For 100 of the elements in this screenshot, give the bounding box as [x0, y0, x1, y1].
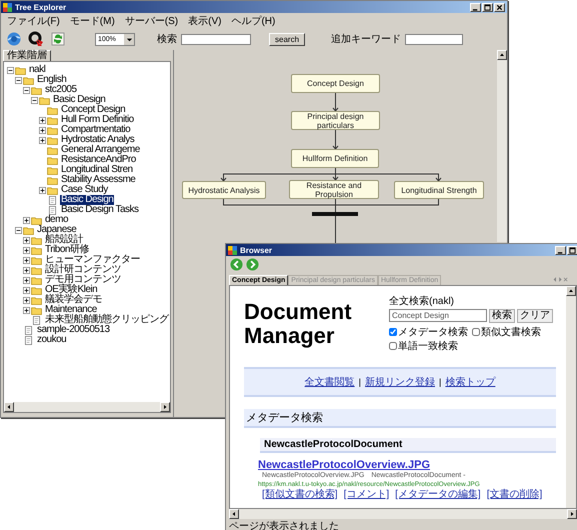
connector-arrow	[332, 92, 338, 112]
tree-item[interactable]: 艤装学会デモ	[44, 295, 103, 305]
tree-item[interactable]: English	[36, 75, 68, 85]
tree-item[interactable]: Basic Design	[52, 95, 106, 105]
tree-item[interactable]: nakl	[28, 65, 46, 75]
action-link[interactable]: [類似文書の検索]	[262, 489, 338, 500]
expand-toggle[interactable]	[39, 186, 46, 194]
tree-item[interactable]: Hydrostatic Analys	[60, 135, 136, 145]
expand-toggle[interactable]	[23, 306, 30, 314]
folder-icon	[31, 306, 42, 314]
window-title: Browser	[240, 246, 272, 254]
tree-item[interactable]: ヒューマンファクター	[44, 255, 141, 265]
expand-toggle[interactable]	[39, 116, 46, 124]
tree-item[interactable]: zoukou	[36, 335, 68, 345]
form-button[interactable]: 検索	[489, 309, 515, 323]
page-icon	[23, 326, 34, 334]
section-heading: メタデータ検索	[244, 409, 556, 428]
page-heading: Document Manager	[244, 298, 353, 350]
tree-item[interactable]: Stability Assessme	[60, 175, 136, 185]
ring-icon[interactable]	[27, 30, 45, 48]
tree-item[interactable]: General Arrangeme	[60, 145, 141, 155]
tree-item[interactable]: 船殻設計	[44, 235, 84, 245]
folder-icon	[47, 176, 58, 184]
nav-link[interactable]: 検索トップ	[445, 375, 496, 389]
folder-icon	[39, 96, 50, 104]
separator-text: |	[439, 377, 442, 387]
result-link[interactable]: NewcastleProtocolOverview.JPG	[258, 459, 556, 471]
nav-link[interactable]: 全文書閲覧	[304, 375, 355, 389]
tree-item[interactable]: sample-20050513	[36, 325, 111, 335]
folder-icon	[47, 146, 58, 154]
tree-item[interactable]: OE実験Klein	[44, 285, 98, 295]
tree-item[interactable]: Tribon研修	[44, 245, 90, 255]
horizontal-scrollbar[interactable]	[4, 402, 170, 412]
expand-toggle[interactable]	[23, 286, 30, 294]
vertical-scrollbar[interactable]	[566, 286, 576, 508]
forward-button[interactable]	[246, 258, 259, 271]
vertical-scrollbar[interactable]	[497, 50, 507, 242]
search-field[interactable]	[181, 34, 251, 44]
tree-item[interactable]: ResistanceAndPro	[60, 155, 137, 165]
keyword-field[interactable]	[405, 34, 464, 44]
folder-icon	[31, 276, 42, 284]
expand-toggle[interactable]	[23, 86, 30, 94]
folder-icon	[47, 186, 58, 194]
tree-item[interactable]: Compartmentatio	[60, 125, 132, 135]
action-link[interactable]: [コメント]	[344, 489, 390, 500]
expand-toggle[interactable]	[23, 296, 30, 304]
search-button[interactable]: search	[269, 32, 306, 46]
maximize-button[interactable]	[567, 246, 577, 254]
menu-item[interactable]: モード(M)	[70, 14, 115, 28]
menu-item[interactable]: 表示(V)	[188, 14, 222, 28]
window-title: Tree Explorer	[15, 2, 66, 12]
tree-item[interactable]: Japanese	[36, 225, 78, 235]
tree-item[interactable]: 設計研コンテンツ	[44, 265, 122, 275]
action-link[interactable]: [メタデータの編集]	[395, 489, 481, 500]
tree-item[interactable]: stc2005	[44, 85, 78, 95]
tree-item[interactable]: Hull Form Definitio	[60, 115, 135, 125]
tree-item[interactable]: Concept Design	[60, 105, 126, 115]
tree-item[interactable]: Basic Design Tasks	[60, 205, 140, 215]
tree-item[interactable]: 未来型船舶動態クリッピング	[44, 315, 170, 325]
expand-toggle[interactable]	[23, 256, 30, 264]
expand-toggle[interactable]	[23, 216, 30, 224]
expand-toggle[interactable]	[23, 236, 30, 244]
search-field[interactable]: Concept Design	[389, 309, 487, 322]
tree-item[interactable]: デモ用コンテンツ	[44, 275, 122, 285]
tree-item[interactable]: Longitudinal Stren	[60, 165, 134, 175]
menu-item[interactable]: ファイル(F)	[7, 14, 60, 28]
tree-item[interactable]: Maintenance	[44, 305, 98, 315]
tree-item[interactable]: demo	[44, 215, 70, 225]
page-icon	[47, 196, 58, 204]
diagram-node: Hullform Definition	[291, 149, 379, 168]
minimize-button[interactable]	[555, 246, 566, 254]
maximize-button[interactable]	[482, 2, 493, 12]
checkbox[interactable]	[389, 342, 397, 350]
menu-item[interactable]: サーバー(S)	[124, 14, 178, 28]
expand-toggle[interactable]	[23, 276, 30, 284]
minimize-button[interactable]	[470, 2, 481, 12]
tree-item[interactable]: Basic Design	[60, 195, 114, 205]
expand-toggle[interactable]	[15, 226, 22, 234]
caret-icon	[126, 36, 132, 42]
horizontal-scrollbar[interactable]	[229, 509, 577, 519]
close-button[interactable]	[494, 2, 505, 12]
folder-icon	[31, 236, 42, 244]
tree-item[interactable]: Case Study	[60, 185, 109, 195]
expand-toggle[interactable]	[23, 266, 30, 274]
back-button[interactable]	[230, 258, 243, 271]
checkbox-label: メタデータ検索	[398, 326, 468, 339]
action-link[interactable]: [文書の削除]	[486, 489, 542, 500]
expand-toggle[interactable]	[15, 76, 22, 84]
menu-item[interactable]: ヘルプ(H)	[231, 14, 276, 28]
expand-toggle[interactable]	[23, 246, 30, 254]
nav-link[interactable]: 新規リンク登録	[365, 375, 435, 389]
checkbox[interactable]	[472, 328, 480, 336]
expand-toggle[interactable]	[31, 96, 38, 104]
globe-icon[interactable]	[5, 30, 23, 48]
checkbox[interactable]	[389, 328, 397, 336]
expand-toggle[interactable]	[39, 126, 46, 134]
checkbox-label: 単語一致検索	[398, 340, 458, 353]
expand-toggle[interactable]	[7, 66, 14, 74]
form-button[interactable]: クリア	[517, 309, 553, 323]
expand-toggle[interactable]	[39, 136, 46, 144]
